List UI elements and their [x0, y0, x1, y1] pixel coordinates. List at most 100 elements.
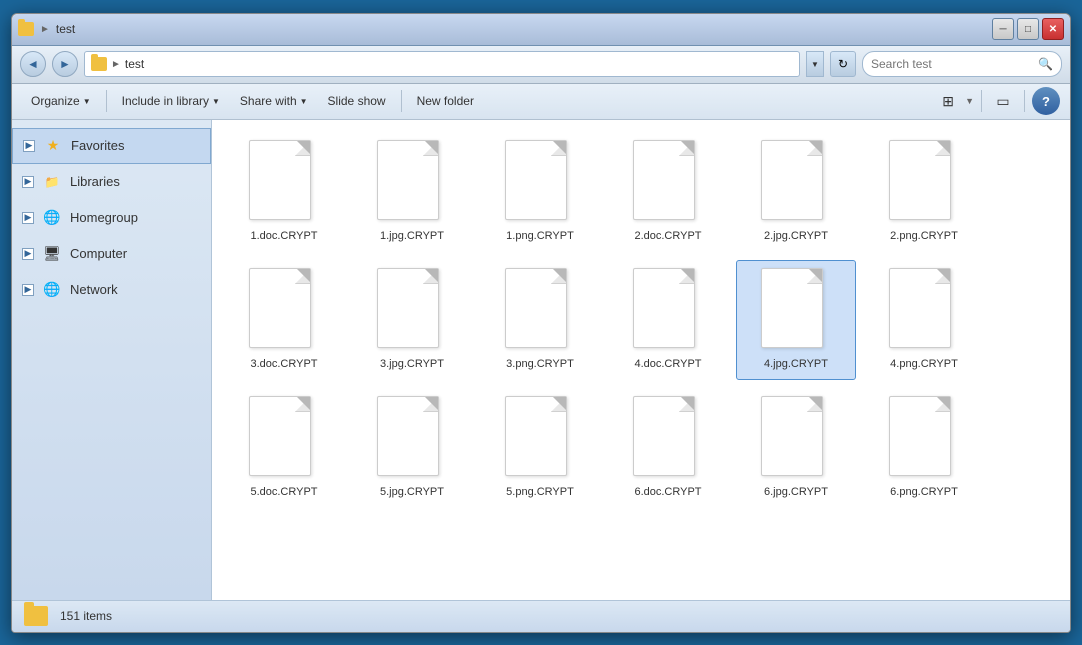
homegroup-icon: 🌐: [42, 208, 62, 228]
file-item[interactable]: 6.png.CRYPT: [864, 388, 984, 508]
file-icon-wrapper: [889, 140, 959, 225]
document-page-icon: [761, 140, 823, 220]
title-bar: ► test ─ □ ✕: [12, 14, 1070, 46]
address-bar: ◄ ► ► test ▼ ↻ 🔍: [12, 46, 1070, 84]
file-item[interactable]: 3.jpg.CRYPT: [352, 260, 472, 380]
file-item[interactable]: 6.doc.CRYPT: [608, 388, 728, 508]
file-name-label: 3.jpg.CRYPT: [380, 357, 444, 371]
sidebar-item-network[interactable]: ▶ 🌐 Network: [12, 272, 211, 308]
file-item[interactable]: 5.doc.CRYPT: [224, 388, 344, 508]
file-icon-wrapper: [249, 268, 319, 353]
address-dropdown-button[interactable]: ▼: [806, 51, 824, 77]
file-item[interactable]: 5.png.CRYPT: [480, 388, 600, 508]
libraries-expand-icon[interactable]: ▶: [22, 176, 34, 188]
file-grid: 1.doc.CRYPT 1.jpg.CRYPT1.png.CRYPT2.doc.C…: [212, 120, 1070, 600]
document-page-icon: [377, 268, 439, 348]
network-icon: 🌐: [42, 280, 62, 300]
help-button[interactable]: ?: [1032, 87, 1060, 115]
file-icon-wrapper: [633, 140, 703, 225]
file-name-label: 2.jpg.CRYPT: [764, 229, 828, 243]
file-area: 1.doc.CRYPT 1.jpg.CRYPT1.png.CRYPT2.doc.C…: [212, 120, 1070, 600]
file-icon-wrapper: [249, 140, 319, 225]
back-button[interactable]: ◄: [20, 51, 46, 77]
toolbar-right: ⊞ ▼ ▭ ?: [934, 87, 1060, 115]
file-item[interactable]: 3.png.CRYPT: [480, 260, 600, 380]
file-name-label: 6.jpg.CRYPT: [764, 485, 828, 499]
document-page-icon: [633, 396, 695, 476]
file-icon-wrapper: [249, 396, 319, 481]
file-name-label: 3.png.CRYPT: [506, 357, 574, 371]
network-label: Network: [70, 282, 118, 297]
title-folder-icon: [18, 22, 34, 36]
minimize-button[interactable]: ─: [992, 18, 1014, 40]
sidebar-item-homegroup[interactable]: ▶ 🌐 Homegroup: [12, 200, 211, 236]
sidebar-item-favorites[interactable]: ▶ ★ Favorites: [12, 128, 211, 164]
file-item[interactable]: 1.png.CRYPT: [480, 132, 600, 252]
file-item[interactable]: 2.doc.CRYPT: [608, 132, 728, 252]
include-dropdown-icon: ▼: [212, 97, 220, 106]
document-page-icon: [633, 140, 695, 220]
favorites-label: Favorites: [71, 138, 124, 153]
new-folder-label: New folder: [417, 94, 474, 108]
view-dropdown-arrow[interactable]: ▼: [965, 96, 974, 106]
view-options-button[interactable]: ⊞: [934, 87, 962, 115]
status-folder-icon: [24, 606, 48, 626]
organize-button[interactable]: Organize ▼: [22, 87, 100, 115]
sidebar: ▶ ★ Favorites ▶ 📁 Libraries ▶ 🌐 Homegrou…: [12, 120, 212, 600]
maximize-button[interactable]: □: [1017, 18, 1039, 40]
document-page-icon: [889, 140, 951, 220]
preview-pane-button[interactable]: ▭: [989, 87, 1017, 115]
file-item[interactable]: 1.jpg.CRYPT: [352, 132, 472, 252]
search-input[interactable]: [871, 57, 1034, 71]
new-folder-button[interactable]: New folder: [408, 87, 483, 115]
toolbar: Organize ▼ Include in library ▼ Share wi…: [12, 84, 1070, 120]
document-page-icon: [761, 396, 823, 476]
organize-dropdown-icon: ▼: [83, 97, 91, 106]
sidebar-item-libraries[interactable]: ▶ 📁 Libraries: [12, 164, 211, 200]
file-icon-wrapper: [505, 268, 575, 353]
favorites-icon: ★: [43, 136, 63, 156]
window-title: test: [56, 22, 75, 36]
file-name-label: 2.png.CRYPT: [890, 229, 958, 243]
title-bar-arrow: ►: [40, 24, 50, 35]
file-item[interactable]: 2.jpg.CRYPT: [736, 132, 856, 252]
libraries-label: Libraries: [70, 174, 120, 189]
file-item[interactable]: 4.png.CRYPT: [864, 260, 984, 380]
computer-expand-icon[interactable]: ▶: [22, 248, 34, 260]
file-icon-wrapper: [761, 140, 831, 225]
include-in-library-label: Include in library: [122, 94, 209, 108]
file-item[interactable]: 4.jpg.CRYPT: [736, 260, 856, 380]
share-dropdown-icon: ▼: [300, 97, 308, 106]
refresh-button[interactable]: ↻: [830, 51, 856, 77]
file-item[interactable]: 2.png.CRYPT: [864, 132, 984, 252]
file-item[interactable]: 4.doc.CRYPT: [608, 260, 728, 380]
forward-button[interactable]: ►: [52, 51, 78, 77]
file-name-label: 1.doc.CRYPT: [250, 229, 317, 243]
file-name-label: 4.jpg.CRYPT: [764, 357, 828, 371]
sidebar-item-computer[interactable]: ▶ 🖥 Computer: [12, 236, 211, 272]
toolbar-separator-4: [1024, 90, 1025, 112]
toolbar-separator-3: [981, 90, 982, 112]
document-page-icon: [505, 268, 567, 348]
include-in-library-button[interactable]: Include in library ▼: [113, 87, 229, 115]
slide-show-button[interactable]: Slide show: [319, 87, 395, 115]
file-name-label: 4.png.CRYPT: [890, 357, 958, 371]
file-item[interactable]: 1.doc.CRYPT: [224, 132, 344, 252]
network-expand-icon[interactable]: ▶: [22, 284, 34, 296]
share-with-button[interactable]: Share with ▼: [231, 87, 317, 115]
explorer-window: ► test ─ □ ✕ ◄ ► ► test ▼ ↻ 🔍 Organize ▼: [11, 13, 1071, 633]
file-item[interactable]: 5.jpg.CRYPT: [352, 388, 472, 508]
favorites-expand-icon[interactable]: ▶: [23, 140, 35, 152]
close-button[interactable]: ✕: [1042, 18, 1064, 40]
status-bar: 151 items: [12, 600, 1070, 632]
search-icon[interactable]: 🔍: [1038, 57, 1053, 71]
file-icon-wrapper: [761, 396, 831, 481]
homegroup-label: Homegroup: [70, 210, 138, 225]
document-page-icon: [761, 268, 823, 348]
search-box: 🔍: [862, 51, 1062, 77]
file-item[interactable]: 3.doc.CRYPT: [224, 260, 344, 380]
homegroup-expand-icon[interactable]: ▶: [22, 212, 34, 224]
breadcrumb-bar[interactable]: ► test: [84, 51, 800, 77]
file-item[interactable]: 6.jpg.CRYPT: [736, 388, 856, 508]
main-area: ▶ ★ Favorites ▶ 📁 Libraries ▶ 🌐 Homegrou…: [12, 120, 1070, 600]
